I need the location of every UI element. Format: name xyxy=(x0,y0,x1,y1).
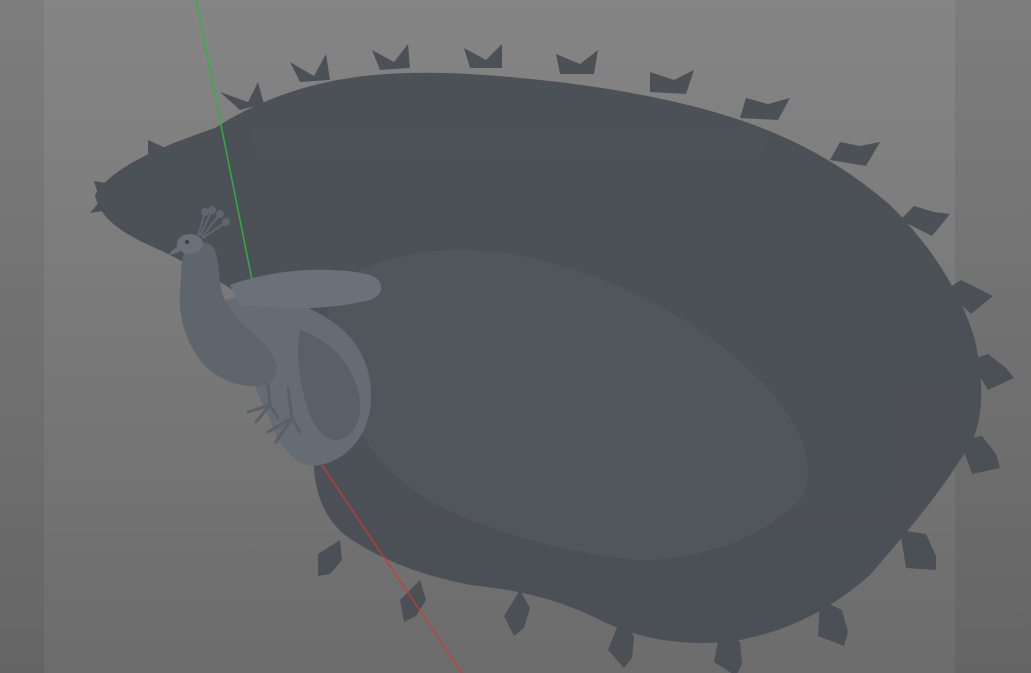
3d-viewport[interactable] xyxy=(0,0,1031,673)
peacock-eye xyxy=(185,240,189,244)
peacock-head xyxy=(177,234,203,254)
viewport-scene[interactable] xyxy=(0,0,1031,673)
